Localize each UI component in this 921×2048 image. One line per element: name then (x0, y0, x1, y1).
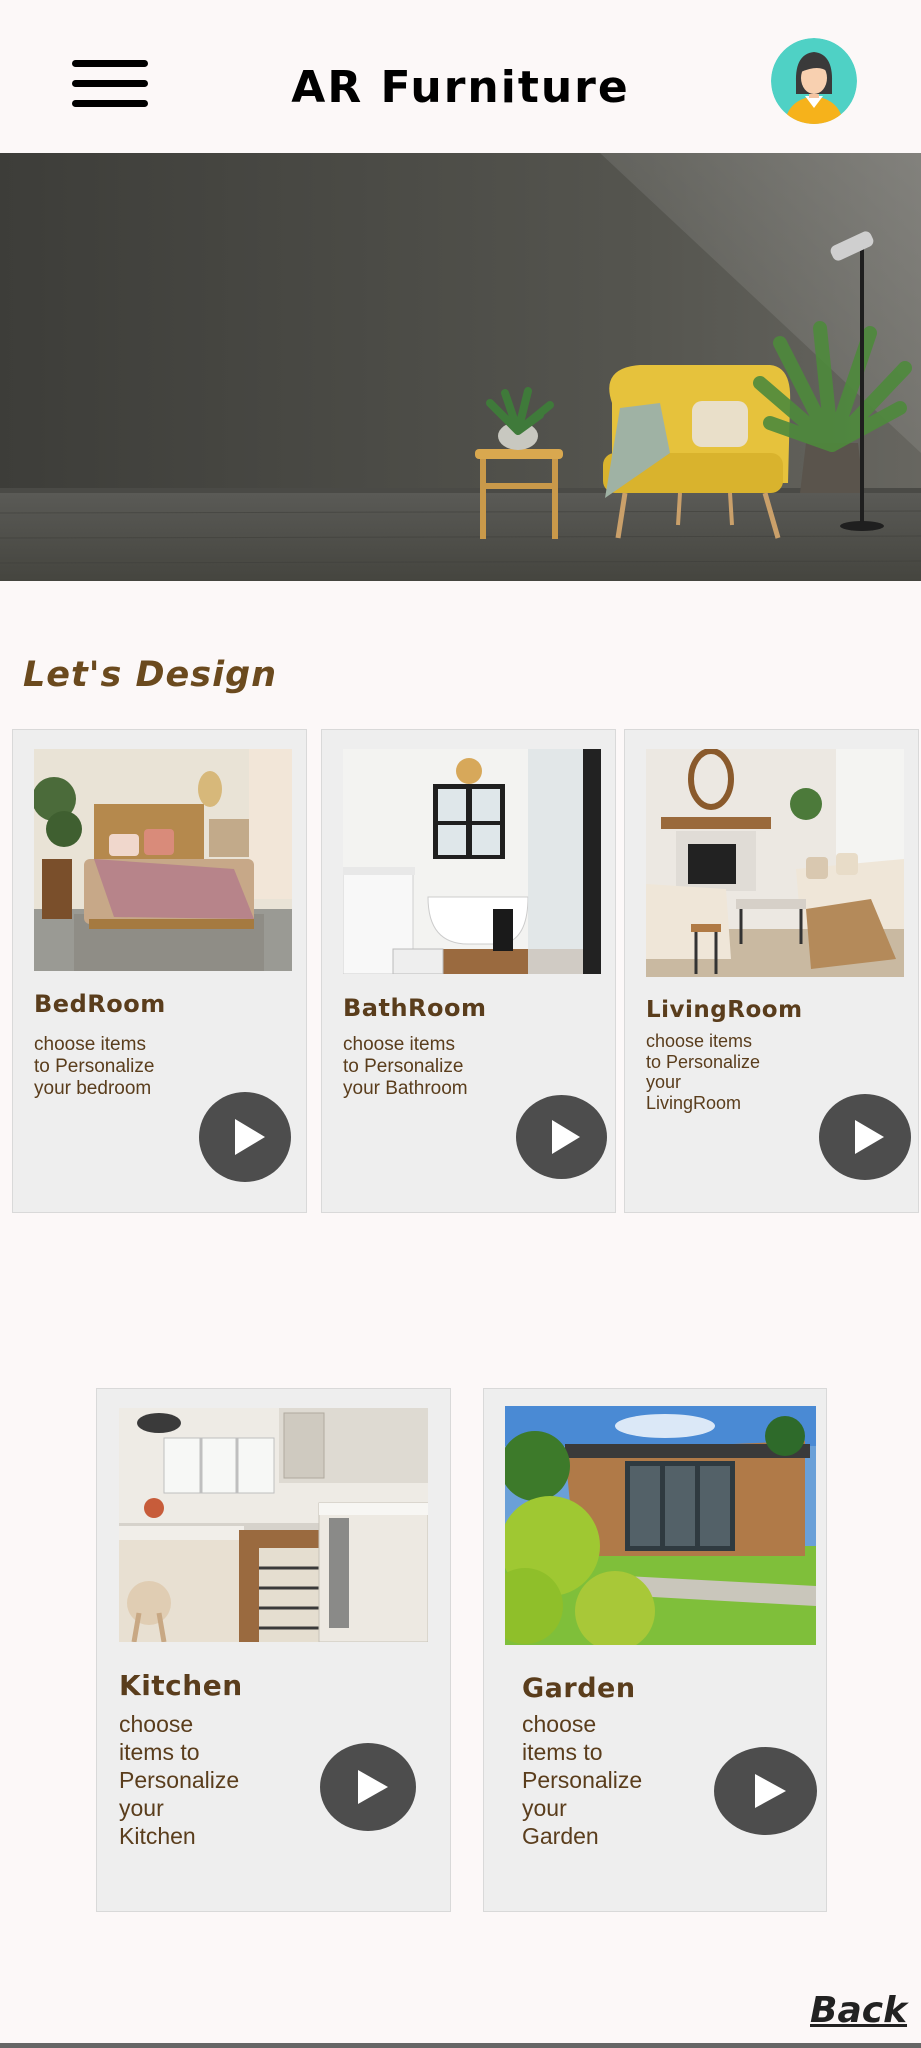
play-button[interactable] (714, 1747, 817, 1835)
play-icon (235, 1119, 265, 1155)
room-card-livingroom[interactable]: LivingRoom choose items to Personalize y… (624, 729, 919, 1213)
play-icon (358, 1770, 388, 1804)
kitchen-photo (119, 1408, 428, 1642)
section-title: Let's Design (23, 655, 278, 695)
livingroom-photo (646, 749, 904, 977)
room-card-garden[interactable]: Garden choose items to Personalize your … (483, 1388, 827, 1912)
card-description: choose items to Personalize your Kitchen (119, 1711, 240, 1850)
user-avatar-icon[interactable] (771, 38, 857, 124)
card-description: choose items to Personalize your Garden (522, 1711, 643, 1850)
play-button[interactable] (199, 1092, 291, 1182)
play-icon (755, 1774, 786, 1808)
room-card-bedroom[interactable]: BedRoom choose items to Personalize your… (12, 729, 307, 1213)
card-description: choose items to Personalize your LivingR… (646, 1031, 761, 1114)
app-header: AR Furniture (0, 0, 921, 153)
play-icon (552, 1120, 580, 1154)
card-title: Kitchen (119, 1669, 243, 1702)
card-title: BedRoom (34, 990, 166, 1018)
room-card-bathroom[interactable]: BathRoom choose items to Personalize you… (321, 729, 616, 1213)
room-card-kitchen[interactable]: Kitchen choose items to Personalize your… (96, 1388, 451, 1912)
play-button[interactable] (819, 1094, 911, 1180)
card-description: choose items to Personalize your Bathroo… (343, 1034, 468, 1099)
bathroom-photo (343, 749, 601, 974)
card-title: LivingRoom (646, 997, 803, 1023)
play-icon (855, 1120, 884, 1154)
card-title: BathRoom (343, 994, 487, 1022)
garden-photo (505, 1406, 816, 1645)
bedroom-photo (34, 749, 292, 971)
back-link[interactable]: Back (810, 1990, 907, 2031)
play-button[interactable] (320, 1743, 416, 1831)
hero-banner-image (0, 153, 921, 581)
card-title: Garden (522, 1673, 636, 1704)
play-button[interactable] (516, 1095, 607, 1179)
card-description: choose items to Personalize your bedroom (34, 1034, 155, 1099)
bottom-divider (0, 2043, 921, 2048)
